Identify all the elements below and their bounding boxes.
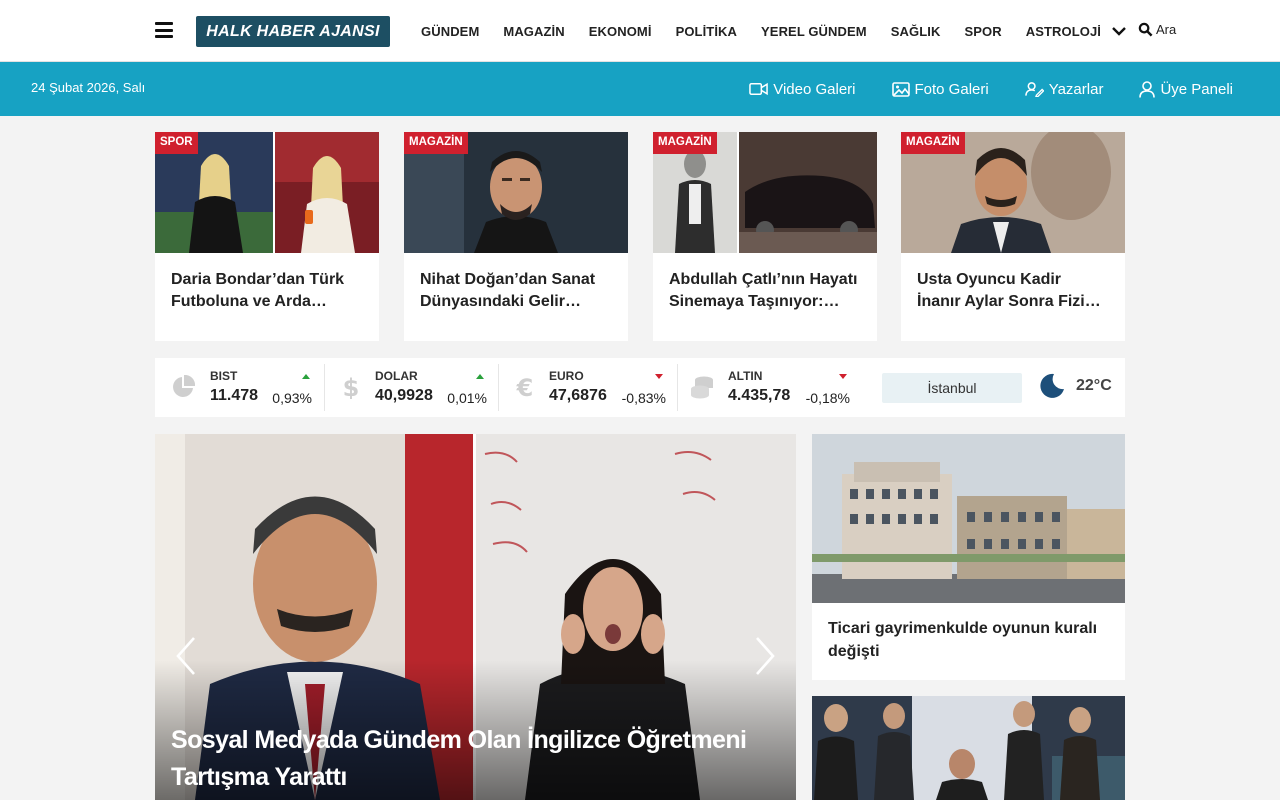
nav-magazin[interactable]: MAGAZİN <box>503 24 564 39</box>
market-value: 47,6876 <box>549 387 607 404</box>
market-value: 11.478 <box>210 387 259 404</box>
news-image: MAGAZİN <box>653 132 877 253</box>
logo-text: HALK HABER AJANSI <box>206 22 380 40</box>
market-item-bist[interactable]: BIST 11.478 0,93% <box>155 358 324 417</box>
photo-gallery-label: Foto Galeri <box>914 80 989 98</box>
search-label: Ara <box>1156 22 1177 37</box>
market-value: 4.435,78 <box>728 387 791 404</box>
city-select[interactable]: İstanbul <box>882 373 1022 403</box>
news-card[interactable]: MAGAZİN Usta Oyuncu Kadir İnanır Aylar S… <box>901 132 1125 341</box>
current-date: 24 Şubat 2026, Salı <box>31 80 146 95</box>
chevron-right-icon[interactable] <box>754 636 776 676</box>
side-news-card[interactable]: Ticari gayrimenkulde oyunun kuralı değiş… <box>812 434 1125 680</box>
market-change: -0,18% <box>805 390 850 406</box>
weather-temperature: 22°C <box>1076 377 1112 394</box>
market-change: -0,83% <box>621 390 666 406</box>
news-title[interactable]: Abdullah Çatlı’nın Hayatı Sinemaya Taşın… <box>653 253 877 313</box>
nav-astroloji[interactable]: ASTROLOJİ <box>1026 24 1101 39</box>
user-icon <box>1139 80 1156 98</box>
member-panel-link[interactable]: Üye Paneli <box>1139 81 1233 98</box>
side-news-card[interactable] <box>812 696 1125 800</box>
side-news-image <box>812 434 1125 603</box>
side-news-image <box>812 696 1125 800</box>
writers-link[interactable]: Yazarlar <box>1024 80 1104 98</box>
chevron-left-icon[interactable] <box>175 636 197 676</box>
main-nav: GÜNDEM MAGAZİN EKONOMİ POLİTİKA YEREL GÜ… <box>421 0 1125 62</box>
member-panel-label: Üye Paneli <box>1160 80 1233 98</box>
headline-slider[interactable]: Sosyal Medyada Gündem Olan İngilizce Öğr… <box>155 434 796 800</box>
market-value: 40,9928 <box>375 387 433 404</box>
news-title[interactable]: Usta Oyuncu Kadir İnanır Aylar Sonra Fiz… <box>901 253 1125 313</box>
news-card[interactable]: SPOR Daria Bondar’dan Türk Futboluna ve … <box>155 132 379 341</box>
news-image: MAGAZİN <box>404 132 628 253</box>
video-gallery-link[interactable]: Video Galeri <box>749 80 856 98</box>
market-name: ALTIN <box>728 369 763 383</box>
news-card[interactable]: MAGAZİN Abdullah Çatlı’nın Hayatı Sinema… <box>653 132 877 341</box>
menu-icon[interactable] <box>155 22 173 38</box>
arrow-down-icon <box>655 374 663 379</box>
writers-label: Yazarlar <box>1048 80 1104 98</box>
category-badge: MAGAZİN <box>653 132 717 154</box>
svg-text:$: $ <box>343 375 360 399</box>
nav-saglik[interactable]: SAĞLIK <box>891 24 941 39</box>
market-change: 0,93% <box>272 390 312 406</box>
slider-headline[interactable]: Sosyal Medyada Gündem Olan İngilizce Öğr… <box>171 722 781 796</box>
market-name: EURO <box>549 369 584 383</box>
news-card[interactable]: MAGAZİN Nihat Doğan’dan Sanat Dünyasında… <box>404 132 628 341</box>
nav-spor[interactable]: SPOR <box>964 24 1001 39</box>
nav-yerel-gundem[interactable]: YEREL GÜNDEM <box>761 24 867 39</box>
image-icon <box>891 81 910 97</box>
nav-politika[interactable]: POLİTİKA <box>676 24 737 39</box>
category-badge: MAGAZİN <box>404 132 468 154</box>
news-image: SPOR <box>155 132 379 253</box>
video-camera-icon <box>749 82 769 96</box>
market-item-dolar[interactable]: $ DOLAR 40,9928 0,01% <box>325 358 498 417</box>
photo-gallery-link[interactable]: Foto Galeri <box>891 80 989 98</box>
user-pen-icon <box>1024 82 1044 97</box>
arrow-up-icon <box>476 374 484 379</box>
nav-ekonomi[interactable]: EKONOMİ <box>589 24 652 39</box>
nav-gundem[interactable]: GÜNDEM <box>421 24 479 39</box>
category-badge: MAGAZİN <box>901 132 965 154</box>
weather-widget: 22°C <box>1039 373 1112 399</box>
coins-icon <box>691 376 713 399</box>
arrow-up-icon <box>302 374 310 379</box>
category-badge: SPOR <box>155 132 198 154</box>
search-button[interactable]: Ara <box>1138 22 1176 37</box>
dollar-icon: $ <box>343 375 360 399</box>
site-header: HALK HABER AJANSI GÜNDEM MAGAZİN EKONOMİ… <box>0 0 1280 62</box>
sub-header: 24 Şubat 2026, Salı Video Galeri Foto Ga… <box>0 62 1280 116</box>
chevron-down-icon[interactable] <box>1111 23 1127 39</box>
moon-icon <box>1040 373 1064 398</box>
video-gallery-label: Video Galeri <box>773 80 856 98</box>
arrow-down-icon <box>839 374 847 379</box>
market-bar: BIST 11.478 0,93% $ DOLAR 40,9928 0,01% … <box>155 358 1125 417</box>
svg-text:€: € <box>516 375 534 399</box>
news-title[interactable]: Nihat Doğan’dan Sanat Dünyasındaki Gelir… <box>404 253 628 313</box>
news-title[interactable]: Daria Bondar’dan Türk Futboluna ve Arda … <box>155 253 379 313</box>
site-logo[interactable]: HALK HABER AJANSI <box>196 16 390 47</box>
market-item-altin[interactable]: ALTIN 4.435,78 -0,18% <box>678 358 860 417</box>
pie-chart-icon <box>173 375 195 397</box>
news-image: MAGAZİN <box>901 132 1125 253</box>
market-change: 0,01% <box>447 390 487 406</box>
search-icon <box>1138 22 1153 37</box>
market-item-euro[interactable]: € EURO 47,6876 -0,83% <box>499 358 677 417</box>
euro-icon: € <box>516 375 534 399</box>
side-news-title[interactable]: Ticari gayrimenkulde oyunun kuralı değiş… <box>812 603 1125 663</box>
market-name: DOLAR <box>375 369 418 383</box>
quick-links: Video Galeri Foto Galeri Yazarlar Üye Pa… <box>749 62 1233 116</box>
market-name: BIST <box>210 369 238 383</box>
